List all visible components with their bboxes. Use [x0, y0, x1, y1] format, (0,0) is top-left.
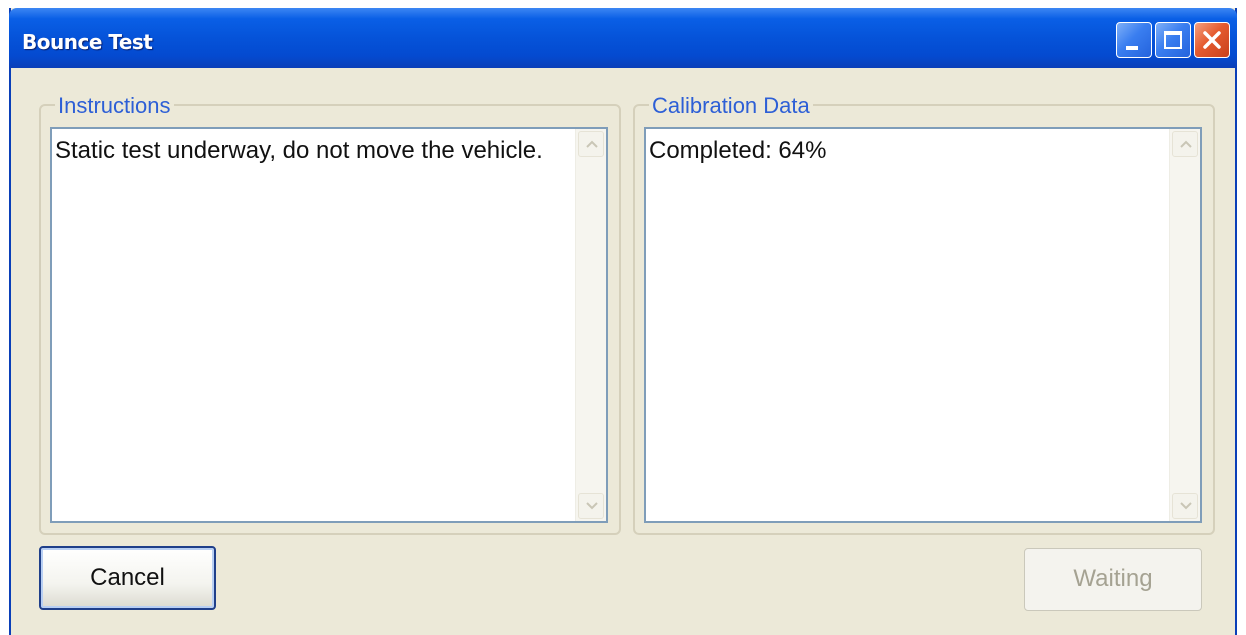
window-title: Bounce Test	[22, 30, 153, 54]
waiting-button[interactable]: Waiting	[1024, 548, 1202, 611]
title-bar[interactable]: Bounce Test	[9, 8, 1237, 68]
chevron-down-icon	[1180, 502, 1192, 510]
instructions-text: Static test underway, do not move the ve…	[55, 137, 543, 164]
minimize-icon	[1126, 46, 1138, 50]
instructions-textbox[interactable]: Static test underway, do not move the ve…	[50, 127, 608, 523]
chevron-down-icon	[586, 502, 598, 510]
scroll-up-button[interactable]	[578, 131, 604, 157]
instructions-legend: Instructions	[55, 94, 174, 118]
maximize-button[interactable]	[1155, 22, 1191, 58]
scroll-down-button[interactable]	[578, 493, 604, 519]
cancel-button[interactable]: Cancel	[39, 546, 216, 610]
instructions-scrollbar[interactable]	[575, 129, 606, 521]
calibration-data-group: Calibration Data Completed: 64%	[633, 94, 1215, 535]
scroll-down-button[interactable]	[1172, 493, 1198, 519]
instructions-group: Instructions Static test underway, do no…	[39, 94, 621, 535]
calibration-status-text: Completed: 64%	[649, 137, 827, 164]
chevron-up-icon	[586, 140, 598, 148]
scroll-up-button[interactable]	[1172, 131, 1198, 157]
calibration-scrollbar[interactable]	[1169, 129, 1200, 521]
close-button[interactable]	[1194, 22, 1230, 58]
calibration-data-textbox[interactable]: Completed: 64%	[644, 127, 1202, 523]
chevron-up-icon	[1180, 140, 1192, 148]
bounce-test-window: Bounce Test Instructions Static test und…	[9, 8, 1237, 635]
minimize-button[interactable]	[1116, 22, 1152, 58]
calibration-data-legend: Calibration Data	[649, 94, 813, 118]
maximize-icon	[1164, 31, 1182, 49]
close-icon	[1203, 31, 1221, 49]
